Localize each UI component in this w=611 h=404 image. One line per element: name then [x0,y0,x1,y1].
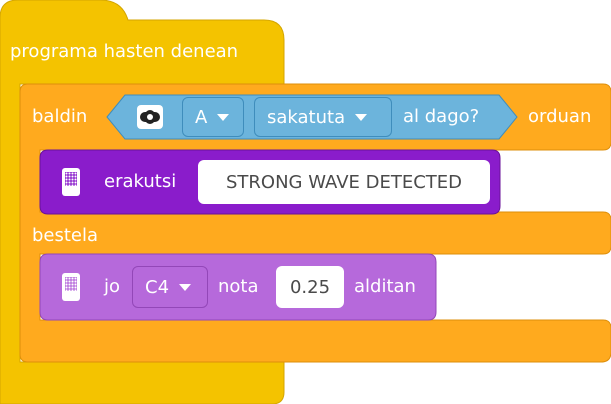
duration-input[interactable]: 0.25 [276,266,344,308]
chevron-down-icon [355,113,368,121]
write-label: erakutsi [104,171,177,192]
hub-speaker-icon [60,273,82,301]
port-dropdown[interactable]: A [182,97,244,137]
chevron-down-icon [179,283,192,291]
note-label: nota [218,276,259,297]
color-sensor-icon [137,105,163,129]
condition-suffix: al dago? [403,106,480,127]
note-value: C4 [145,276,170,298]
else-label: bestela [32,225,99,246]
port-value: A [195,106,208,128]
beats-label: alditan [354,276,416,297]
state-value: sakatuta [267,106,346,128]
hat-block-label: programa hasten denean [10,41,239,62]
code-canvas: programa hasten denean baldin orduan A s… [0,0,611,404]
play-label: jo [104,276,121,297]
then-label: orduan [528,106,592,127]
display-text-input[interactable]: STRONG WAVE DETECTED [198,160,490,204]
note-dropdown[interactable]: C4 [132,266,208,308]
chevron-down-icon [217,113,230,121]
hub-display-icon [60,168,82,196]
if-label: baldin [32,106,88,127]
state-dropdown[interactable]: sakatuta [254,97,392,137]
